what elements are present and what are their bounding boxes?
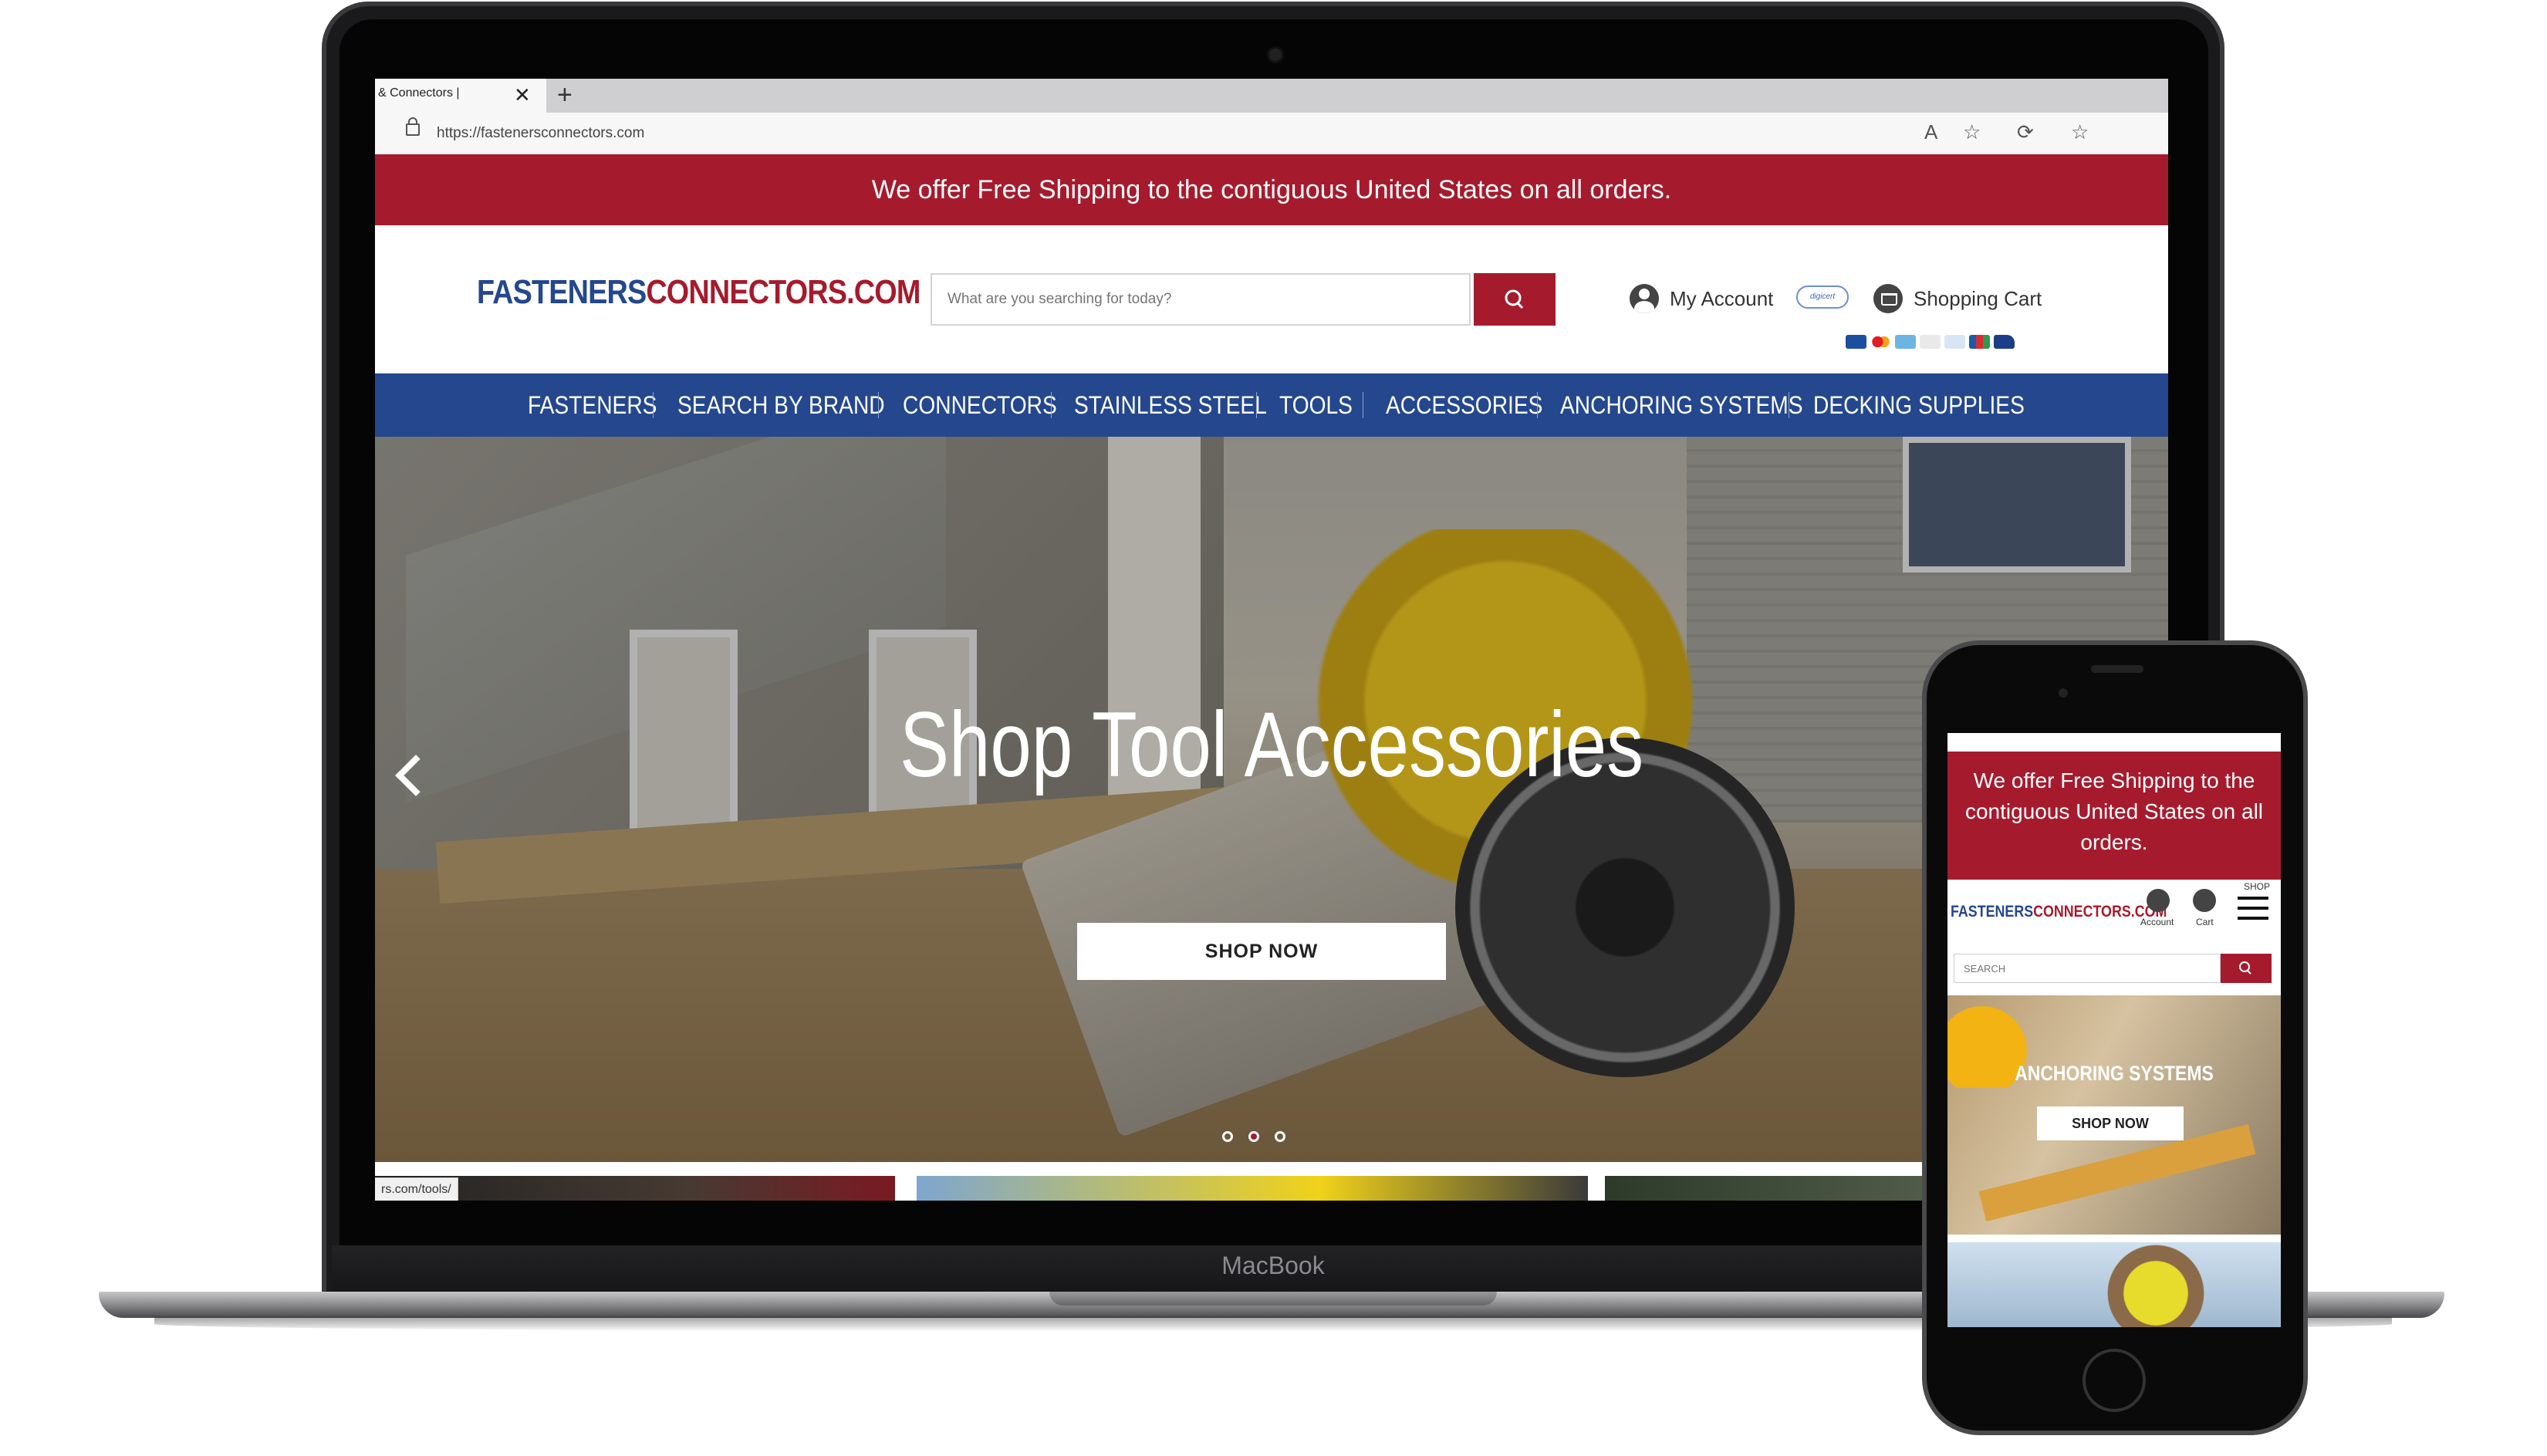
tab-title: & Connectors |: [378, 86, 460, 100]
nav-item-fasteners[interactable]: FASTENERS: [528, 373, 657, 437]
mobile-cart-icon[interactable]: [2193, 889, 2216, 912]
mobile-search-button[interactable]: [2221, 954, 2272, 983]
nav-item-connectors[interactable]: CONNECTORS: [903, 373, 1057, 437]
mobile-free-shipping-banner: We offer Free Shipping to the contiguous…: [1947, 752, 2281, 880]
mastercard-icon: [1870, 335, 1891, 349]
search-box: [931, 273, 1471, 326]
nav-divider: [1537, 392, 1538, 418]
mobile-search-box: [1954, 954, 2221, 983]
favorite-star-icon[interactable]: ☆: [1963, 120, 1981, 144]
new-tab-icon[interactable]: +: [557, 80, 573, 110]
diners-icon: [1944, 335, 1965, 349]
mobile-hero-slider: ANCHORING SYSTEMS SHOP NOW: [1947, 995, 2281, 1235]
mobile-category-tile[interactable]: [1947, 1242, 2281, 1327]
nav-item-accessories[interactable]: ACCESSORIES: [1386, 373, 1542, 437]
amex-icon: [1895, 335, 1916, 349]
site-logo[interactable]: FASTENERSCONNECTORS.COM: [477, 273, 921, 312]
hero-overlay: [375, 437, 2168, 1162]
my-account-link[interactable]: My Account: [1670, 287, 1773, 311]
mobile-account-icon[interactable]: [2147, 889, 2170, 912]
laptop-screen: & Connectors | ✕ + https://fastenersconn…: [375, 79, 2168, 1201]
nav-divider: [1051, 392, 1052, 418]
main-nav: FASTENERS SEARCH BY BRAND CONNECTORS STA…: [375, 373, 2168, 437]
mobile-search-input[interactable]: [1954, 954, 2217, 982]
mobile-category-worker: [2063, 1242, 2218, 1327]
mobile-account-label[interactable]: Account: [2140, 917, 2174, 927]
phone-speaker: [2091, 665, 2143, 673]
slider-dot-2[interactable]: [1248, 1131, 1259, 1142]
hero-title: Shop Tool Accessories: [900, 693, 1644, 796]
shopping-cart-link[interactable]: Shopping Cart: [1914, 287, 2042, 311]
search-icon: [1505, 289, 1524, 309]
browser-tab[interactable]: & Connectors | ✕: [375, 79, 546, 113]
hero-slider: Shop Tool Accessories SHOP NOW: [375, 437, 2168, 1162]
laptop-camera: [1267, 46, 1284, 63]
lock-icon: [406, 117, 420, 136]
slider-dot-3[interactable]: [1275, 1131, 1285, 1142]
jcb-icon: [1969, 335, 1990, 349]
extensions-icon[interactable]: ⟳: [2017, 120, 2034, 144]
discover-icon: [1920, 335, 1941, 349]
mobile-shop-now-button[interactable]: SHOP NOW: [2037, 1106, 2184, 1140]
phone-screen: We offer Free Shipping to the contiguous…: [1947, 733, 2281, 1327]
mobile-hero-title: ANCHORING SYSTEMS: [2015, 1062, 2214, 1085]
tab-close-icon[interactable]: ✕: [514, 83, 531, 107]
account-icon[interactable]: [1630, 284, 1659, 313]
nav-item-search-by-brand[interactable]: SEARCH BY BRAND: [677, 373, 885, 437]
free-shipping-banner: We offer Free Shipping to the contiguous…: [375, 154, 2168, 225]
mobile-cart-label[interactable]: Cart: [2196, 917, 2214, 927]
nav-item-decking-supplies[interactable]: DECKING SUPPLIES: [1813, 373, 2025, 437]
mobile-site-logo[interactable]: FASTENERSCONNECTORS.COM: [1951, 903, 2167, 921]
nav-divider: [653, 392, 654, 418]
status-bar-url: rs.com/tools/: [375, 1177, 458, 1201]
laptop-base-notch: [1049, 1292, 1497, 1306]
read-aloud-icon[interactable]: A: [1924, 120, 1937, 144]
search-button[interactable]: [1474, 273, 1556, 326]
mobile-header: FASTENERSCONNECTORS.COM Account Cart SHO…: [1947, 880, 2281, 995]
mobile-logo-part-fasteners: FASTENERS: [1951, 903, 2034, 921]
nav-divider: [878, 392, 879, 418]
phone-camera: [2059, 688, 2068, 698]
browser-tab-bar: & Connectors | ✕ +: [375, 79, 2168, 113]
macbook-label: MacBook: [1221, 1252, 1325, 1279]
favorites-list-icon[interactable]: ☆: [2071, 120, 2089, 144]
cart-icon[interactable]: [1873, 284, 1903, 313]
category-thumbnail[interactable]: [917, 1176, 1588, 1201]
phone-home-button: [2083, 1349, 2146, 1412]
logo-part-connectors: CONNECTORS.COM: [646, 273, 921, 311]
nav-item-tools[interactable]: TOOLS: [1279, 373, 1353, 437]
url-text[interactable]: https://fastenersconnectors.com: [437, 125, 644, 142]
category-thumbnails: rs.com/tools/: [375, 1162, 2168, 1201]
nav-divider: [1256, 392, 1257, 418]
digicert-seal: digicert: [1796, 285, 1849, 309]
search-input[interactable]: [932, 275, 1464, 324]
logo-part-fasteners: FASTENERS: [477, 273, 647, 311]
nav-item-stainless-steel[interactable]: STAINLESS STEEL: [1074, 373, 1267, 437]
slider-dot-1[interactable]: [1222, 1131, 1233, 1142]
mobile-shop-label: SHOP: [2244, 881, 2271, 892]
hamburger-menu-icon[interactable]: [2238, 897, 2268, 920]
site-header: FASTENERSCONNECTORS.COM My Account digic…: [375, 225, 2168, 373]
address-bar[interactable]: https://fastenersconnectors.com A ☆ ⟳ ☆: [375, 113, 2168, 155]
shop-now-button[interactable]: SHOP NOW: [1077, 923, 1446, 980]
visa-icon: [1846, 335, 1866, 349]
search-icon: [2239, 961, 2251, 975]
paypal-icon: [1994, 335, 2015, 349]
nav-item-anchoring-systems[interactable]: ANCHORING SYSTEMS: [1560, 373, 1802, 437]
